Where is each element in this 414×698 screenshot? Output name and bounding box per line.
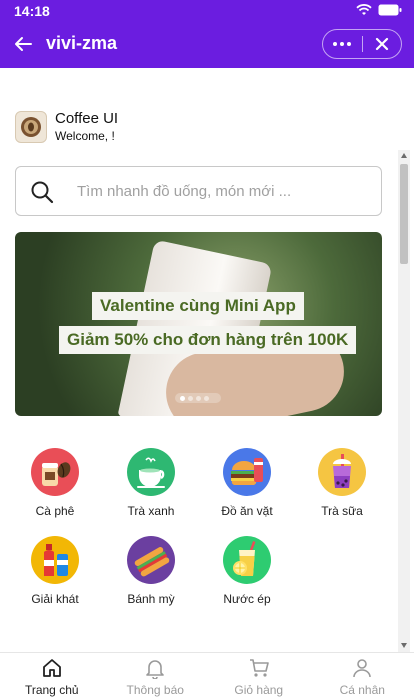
close-button[interactable] [362, 30, 401, 58]
tab-label: Giỏ hàng [234, 683, 284, 697]
category-snacks[interactable]: Đồ ăn vặt [212, 448, 282, 518]
category-soft-drinks[interactable]: Giải khát [20, 536, 90, 606]
mini-app-capsule [322, 29, 402, 59]
avatar [15, 110, 47, 143]
status-icons [356, 4, 402, 16]
bottom-nav: Trang chủ Thông báo Giỏ hàng Cá nhân [0, 652, 414, 698]
search-input[interactable]: Tìm nhanh đồ uống, món mới ... [15, 166, 382, 216]
category-juice[interactable]: Nước ép [212, 536, 282, 606]
tab-label: Trang chủ [24, 683, 79, 697]
milk-tea-icon [318, 448, 366, 496]
tab-notifications[interactable]: Thông báo [104, 653, 208, 698]
search-icon [31, 181, 54, 204]
promo-banner[interactable]: Valentine cùng Mini App Giảm 50% cho đơn… [15, 232, 382, 416]
back-arrow-icon[interactable] [12, 33, 34, 55]
battery-icon [378, 4, 402, 16]
scrollbar[interactable] [398, 150, 410, 652]
green-tea-icon [127, 448, 175, 496]
category-green-tea[interactable]: Trà xanh [116, 448, 186, 518]
category-milk-tea[interactable]: Trà sữa [307, 448, 377, 518]
profile-welcome: Welcome, ! [55, 129, 115, 143]
banner-title: Valentine cùng Mini App [92, 292, 304, 320]
scroll-down-icon[interactable] [401, 643, 407, 648]
scroll-up-icon[interactable] [401, 153, 407, 158]
soft-drink-icon [31, 536, 79, 584]
search-placeholder: Tìm nhanh đồ uống, món mới ... [77, 183, 292, 200]
cart-icon [249, 659, 269, 677]
tab-label: Cá nhân [339, 683, 385, 697]
status-time: 14:18 [14, 3, 50, 19]
category-label: Trà xanh [127, 504, 175, 518]
category-label: Nước ép [223, 592, 271, 606]
carousel-dot[interactable] [188, 395, 193, 401]
status-bar: 14:18 [0, 0, 414, 22]
carousel-dot[interactable] [196, 395, 201, 401]
more-icon [333, 42, 352, 46]
category-label: Đồ ăn vặt [221, 504, 273, 518]
profile-text: Coffee UI Welcome, ! [55, 110, 118, 143]
coffee-icon [31, 448, 79, 496]
tab-profile[interactable]: Cá nhân [311, 653, 414, 698]
category-label: Trà sữa [321, 504, 363, 518]
burger-icon [223, 448, 271, 496]
app-bar: vivi-zma [0, 22, 414, 68]
carousel-indicator[interactable] [175, 393, 221, 403]
user-icon [353, 659, 372, 678]
tab-home[interactable]: Trang chủ [0, 653, 104, 698]
home-icon [42, 659, 61, 677]
tab-label: Thông báo [126, 683, 184, 697]
coffee-logo-icon [21, 116, 41, 137]
carousel-dot[interactable] [204, 395, 209, 401]
category-bread[interactable]: Bánh mỳ [116, 536, 186, 606]
tab-cart[interactable]: Giỏ hàng [207, 653, 311, 698]
category-label: Cà phê [35, 504, 75, 518]
bell-icon [146, 660, 165, 679]
profile-name: Coffee UI [55, 110, 119, 127]
category-coffee[interactable]: Cà phê [20, 448, 90, 518]
sandwich-icon [127, 536, 175, 584]
category-label: Giải khát [31, 592, 79, 606]
carousel-dot[interactable] [180, 395, 185, 401]
more-button[interactable] [323, 30, 362, 58]
juice-icon [223, 536, 271, 584]
app-title: vivi-zma [46, 33, 118, 53]
close-icon [375, 37, 388, 51]
wifi-icon [356, 4, 372, 15]
category-label: Bánh mỳ [127, 592, 175, 606]
banner-subtitle: Giảm 50% cho đơn hàng trên 100K [59, 326, 357, 354]
scrollbar-thumb[interactable] [400, 164, 408, 264]
profile-header: Coffee UI Welcome, ! [15, 110, 118, 143]
